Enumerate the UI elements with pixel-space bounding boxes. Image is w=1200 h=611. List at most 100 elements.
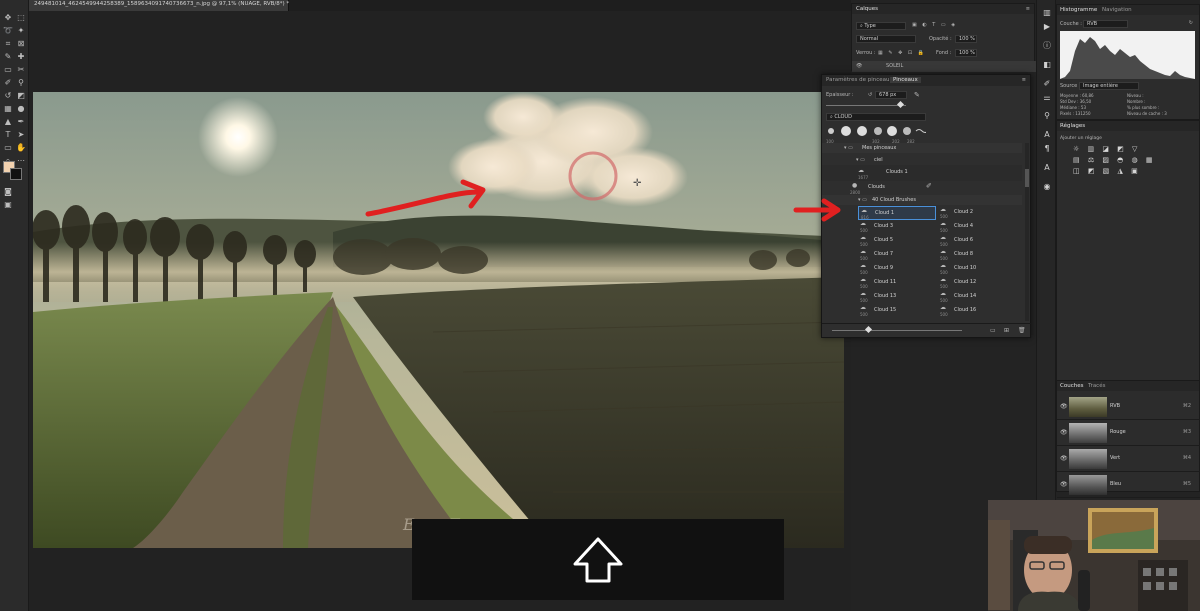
adjustment-icons-row2[interactable]: ▤ ⚖ ▨ ◓ ◍ ▦ — [1073, 156, 1155, 164]
gradient-icon[interactable]: ▦ — [2, 103, 14, 115]
panel-menu-icon[interactable]: ≡ — [1022, 77, 1026, 83]
lock-icons[interactable]: ▦ ✎ ✥ ⊡ 🔒 — [878, 50, 926, 56]
visibility-icon[interactable]: 👁 — [1060, 455, 1068, 462]
blur-icon[interactable]: ● — [15, 103, 27, 115]
thumbnail-slider-thumb[interactable] — [864, 325, 873, 334]
visibility-icon[interactable]: 👁 — [1060, 481, 1068, 488]
scissors-icon[interactable]: ✂ — [15, 64, 27, 76]
brush-item[interactable]: ☁ 500 Cloud 10 — [938, 262, 1016, 276]
brush-item[interactable]: ☁ 500 Cloud 14 — [938, 290, 1016, 304]
trash-icon[interactable]: 🗑 — [1018, 327, 1026, 334]
adjustments-tab[interactable]: Réglages — [1060, 123, 1085, 129]
type-icon[interactable]: T — [2, 129, 14, 141]
brushes-tab[interactable]: Pinceaux — [890, 77, 921, 83]
folder-40-cloud-brushes[interactable]: ▾ ▭ 40 Cloud Brushes — [822, 195, 1022, 205]
navigation-tab[interactable]: Navigation — [1102, 7, 1132, 13]
brush-item[interactable]: ☁ 500 Cloud 5 — [858, 234, 936, 248]
paths-tab[interactable]: Tracés — [1088, 383, 1105, 389]
history-brush-icon[interactable]: ↺ — [2, 90, 14, 102]
document-tab[interactable]: 249481014_4624549944258389_1589634091740… — [29, 0, 289, 11]
visibility-icon[interactable]: 👁 — [1060, 429, 1068, 436]
brush-clouds-1[interactable]: ☁ 1677 Clouds 1 — [822, 165, 1022, 181]
folder-ciel[interactable]: ▾ ▭ ciel — [822, 155, 1022, 165]
cc-icon[interactable]: ◧ — [1042, 60, 1052, 70]
rectangle-icon[interactable]: ▭ — [2, 142, 14, 154]
clone-stamp-icon[interactable]: ⚲ — [15, 77, 27, 89]
brush-item[interactable]: ☁ 500 Cloud 13 — [858, 290, 936, 304]
channel-row-red[interactable]: 👁 Rouge ⌘3 — [1057, 420, 1200, 446]
channel-select[interactable]: RVB — [1083, 20, 1128, 28]
brush-clouds[interactable]: ● 2800 Clouds ✐ — [822, 181, 1022, 195]
size-reset-icon[interactable]: ↺ — [868, 92, 872, 98]
new-folder-icon[interactable]: ▭ — [990, 327, 996, 334]
frame-tool-icon[interactable]: ▭ — [2, 64, 14, 76]
thumbnail-size-slider[interactable] — [832, 325, 962, 334]
new-brush-icon[interactable]: ⊞ — [1004, 327, 1009, 334]
eyedropper-icon[interactable]: ✎ — [2, 51, 14, 63]
adjustment-icons-row3[interactable]: ◫ ◩ ▧ ◮ ▣ — [1073, 167, 1141, 175]
brush-item[interactable]: ☁ 500 Cloud 9 — [858, 262, 936, 276]
brush-item[interactable]: ☁ 500 Cloud 12 — [938, 276, 1016, 290]
glyphs-icon[interactable]: A — [1042, 163, 1052, 173]
brush-icon[interactable]: ✐ — [2, 77, 14, 89]
eraser-icon[interactable]: ◩ — [15, 90, 27, 102]
brush-list-scrollbar[interactable] — [1025, 143, 1029, 321]
brush-item[interactable]: ☁ 500 Cloud 2 — [938, 206, 1016, 220]
move-icon[interactable]: ✥ — [2, 12, 14, 24]
size-slider[interactable] — [826, 100, 906, 109]
brush-item[interactable]: ☁ 500 Cloud 15 — [858, 304, 936, 318]
marquee-icon[interactable]: ⬚ — [15, 12, 27, 24]
brush-item[interactable]: ☁ 500 Cloud 4 — [938, 220, 1016, 234]
background-color-swatch[interactable] — [10, 168, 22, 180]
quick-mask-icon[interactable]: ◙ — [2, 186, 14, 198]
panel-menu-icon[interactable]: ≡ — [1026, 6, 1030, 12]
pen-icon[interactable]: ✒ — [15, 116, 27, 128]
scrollbar-thumb[interactable] — [1025, 169, 1029, 187]
more-icon[interactable]: ⋯ — [15, 155, 27, 167]
landscape-photo[interactable]: ✛ — [33, 92, 844, 548]
fill-field[interactable]: 100 % — [955, 49, 977, 57]
cc-libraries-icon[interactable]: ◉ — [1042, 182, 1052, 192]
layer-filter-icons[interactable]: ▣ ◐ T ▭ ◈ — [912, 22, 957, 28]
magic-wand-icon[interactable]: ✦ — [15, 25, 27, 37]
brush-item[interactable]: ☁ 500 Cloud 6 — [938, 234, 1016, 248]
channel-row-rgb[interactable]: 👁 RVB ⌘2 — [1057, 394, 1200, 420]
clone-source-icon[interactable]: ⚲ — [1042, 111, 1052, 121]
histogram-tab[interactable]: Histogramme — [1060, 7, 1097, 13]
channel-row-green[interactable]: 👁 Vert ⌘4 — [1057, 446, 1200, 472]
brush-item[interactable]: ☁ 500 Cloud 8 — [938, 248, 1016, 262]
blend-mode-select[interactable]: Normal — [856, 35, 916, 43]
paragraph-icon[interactable]: ¶ — [1042, 144, 1052, 154]
brush-item[interactable]: ☁ 500 Cloud 7 — [858, 248, 936, 262]
source-select[interactable]: Image entière — [1079, 82, 1139, 90]
layers-tab[interactable]: Calques — [856, 6, 878, 12]
brush-item[interactable]: ☁ 500 Cloud 11 — [858, 276, 936, 290]
brush-search-input[interactable]: ⌕ CLOUD — [826, 113, 926, 121]
brush-settings-tab[interactable]: Paramètres de pinceau — [826, 77, 890, 83]
histogram-icon[interactable]: ▥ — [1042, 8, 1052, 18]
info-icon[interactable]: ⓘ — [1042, 41, 1052, 51]
layer-row[interactable]: 👁 SOLEIL — [852, 61, 1036, 72]
brush-panel-icon[interactable]: ✐ — [1042, 79, 1052, 89]
screen-mode-icon[interactable]: ▣ — [2, 199, 14, 211]
adjustment-icons-row1[interactable]: ☼ ▥ ◪ ◩ ▽ — [1073, 145, 1140, 153]
path-select-icon[interactable]: ➤ — [15, 129, 27, 141]
size-slider-thumb[interactable] — [896, 100, 905, 109]
frame-icon[interactable]: ⊠ — [15, 38, 27, 50]
channel-row-blue[interactable]: 👁 Bleu ⌘5 — [1057, 472, 1200, 498]
size-field[interactable]: 678 px — [875, 91, 907, 99]
layer-filter-select[interactable]: ⌕ Type — [856, 22, 906, 30]
opacity-field[interactable]: 100 % — [955, 35, 977, 43]
brush-item[interactable]: ☁ 500 Cloud 16 — [938, 304, 1016, 318]
layer-visibility-icon[interactable]: 👁 — [856, 63, 862, 69]
brush-item[interactable]: ☁ 500 Cloud 3 — [858, 220, 936, 234]
hand-icon[interactable]: ✋ — [15, 142, 27, 154]
spot-heal-icon[interactable]: ✚ — [15, 51, 27, 63]
dodge-icon[interactable]: ▲ — [2, 116, 14, 128]
lasso-icon[interactable]: ➰ — [2, 25, 14, 37]
brush-item[interactable]: ☁ 816 Cloud 1 — [858, 206, 936, 220]
character-icon[interactable]: A — [1042, 130, 1052, 140]
crop-icon[interactable]: ⌗ — [2, 38, 14, 50]
visibility-icon[interactable]: 👁 — [1060, 403, 1068, 410]
channels-tab[interactable]: Couches — [1060, 383, 1083, 389]
